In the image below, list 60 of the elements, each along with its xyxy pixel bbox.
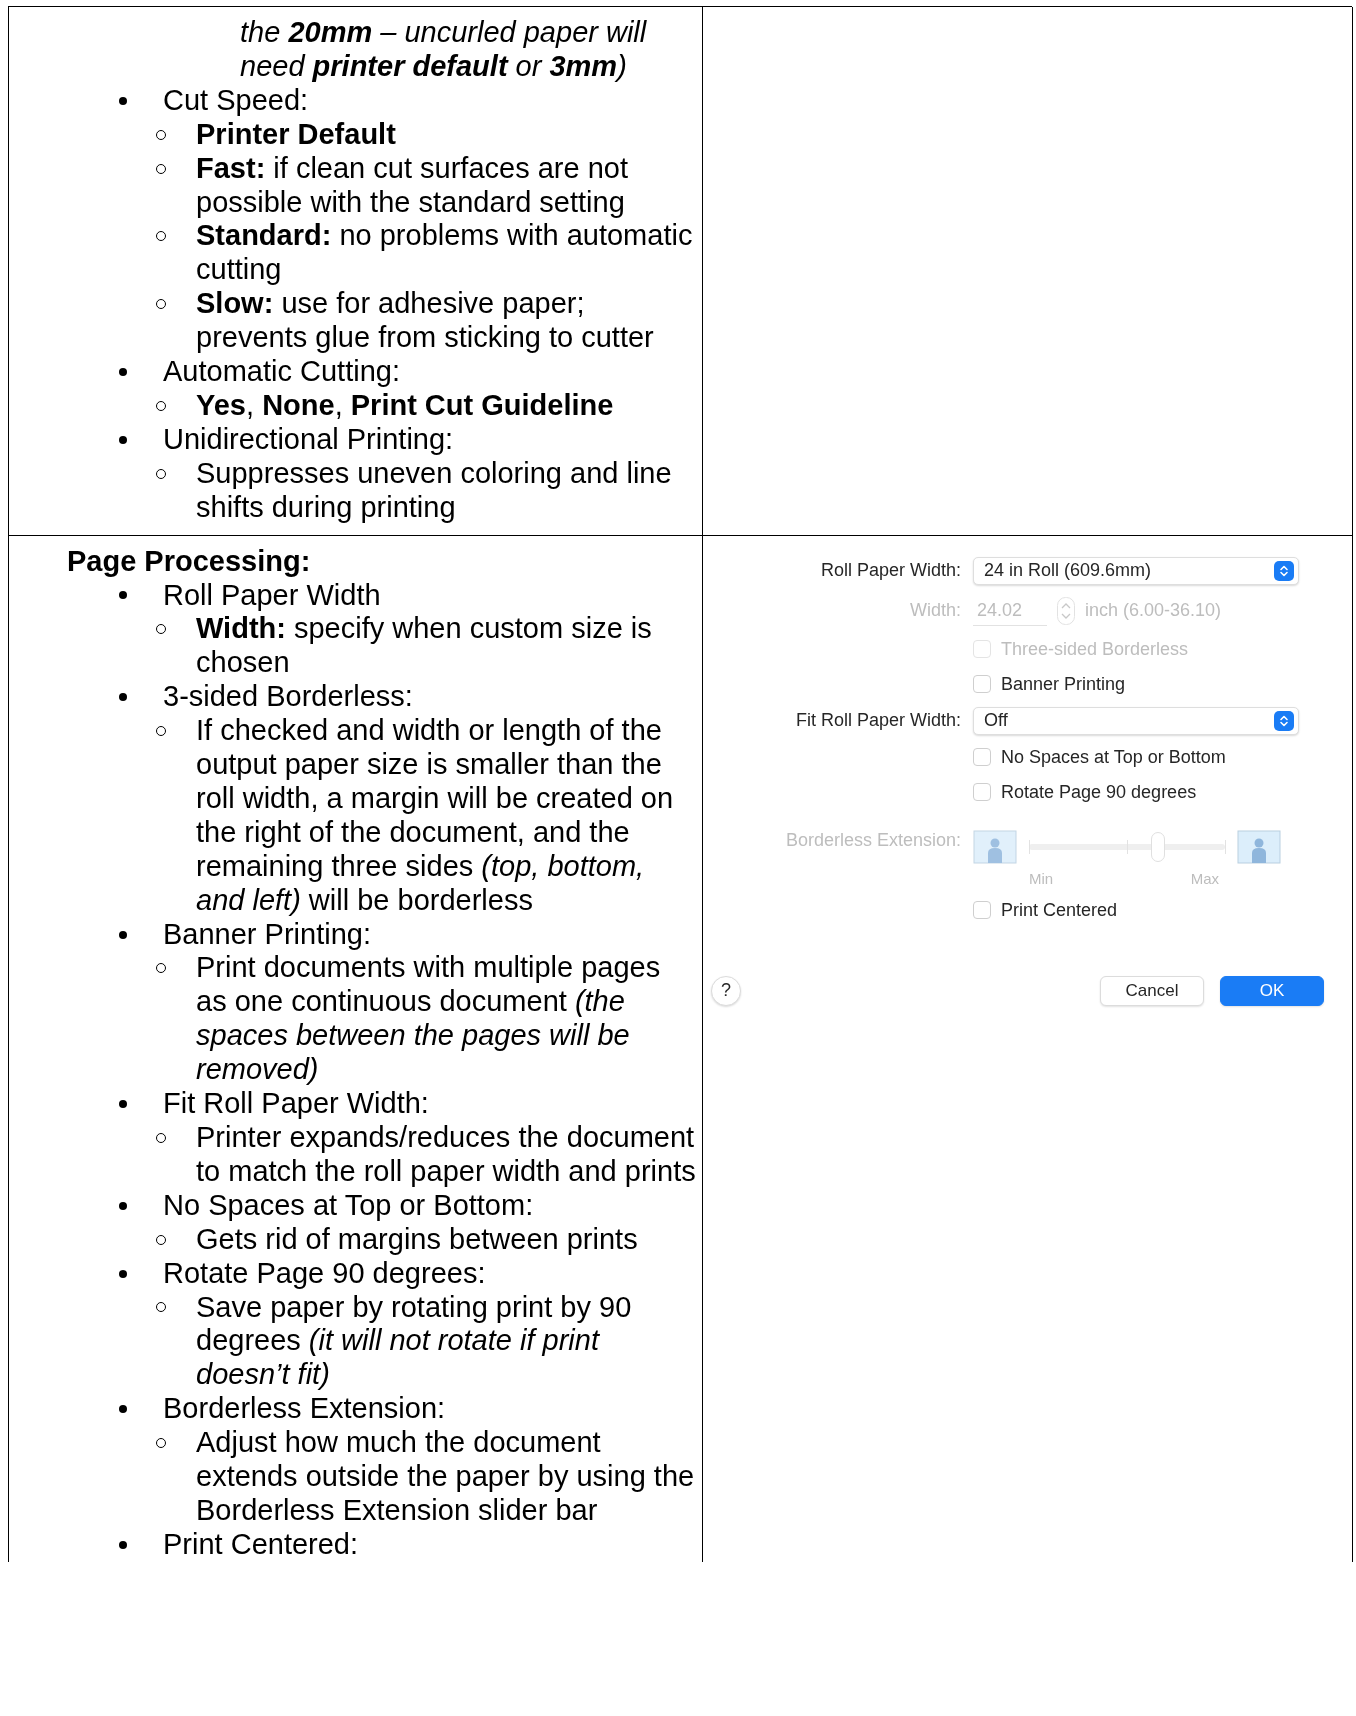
- bullet-icon: [119, 1100, 127, 1109]
- checkbox-option[interactable]: No Spaces at Top or Bottom: [973, 739, 1226, 775]
- list-item-text: Fit Roll Paper Width:: [163, 1087, 430, 1121]
- bullet-icon: [119, 1269, 127, 1278]
- bullet-icon: [119, 96, 127, 105]
- min-label: Min: [1029, 869, 1054, 887]
- checkbox-option[interactable]: Rotate Page 90 degrees: [973, 774, 1197, 810]
- list-item-text: Printer expands/reduces the document to match the roll paper width and prints: [196, 1121, 697, 1189]
- list-text: the 20mm – uncurled paper will need printer default or 3mm): [240, 16, 648, 84]
- list-item-text: Print documents with multiple pages as one continuous document (the spaces between the pages will be removed): [196, 951, 662, 1088]
- field-label: Roll Paper Width:: [820, 560, 961, 582]
- cancel-button[interactable]: Cancel: [1100, 975, 1204, 1006]
- list-item-text: Unidirectional Printing:: [163, 422, 455, 457]
- checkbox-option[interactable]: Banner Printing: [973, 666, 1126, 702]
- checkbox[interactable]: [973, 783, 991, 802]
- list-item-text: Printer Default: [196, 117, 397, 152]
- list-item-text: If checked and width or length of the output paper size is smaller than the roll width, a margin will be created on the right of the document, and the remaining three sides (top, bottom, and left) will be borderless: [196, 714, 675, 918]
- list-item-text: No Spaces at Top or Bottom:: [163, 1188, 535, 1223]
- list-item-text: Suppresses uneven coloring and line shifts during printing: [196, 456, 673, 525]
- list-item-text: Adjust how much the document extends outside the paper by using the Borderless Extension slider bar: [196, 1426, 696, 1528]
- list-item-text: Width: specify when custom size is chosen: [196, 612, 653, 681]
- checkbox[interactable]: [973, 901, 991, 920]
- list-item-text: Yes, None, Print Cut Guideline: [196, 388, 615, 423]
- list-item-text: Banner Printing:: [163, 917, 372, 952]
- field-label: Borderless Extension:: [785, 829, 961, 851]
- list-item-text: Print Centered:: [163, 1527, 360, 1562]
- checkbox-option[interactable]: Print Centered: [973, 892, 1118, 928]
- list-item-text: Gets rid of margins between prints: [196, 1222, 639, 1257]
- bullet-icon: [119, 1201, 127, 1210]
- field-label: Fit Roll Paper Width:: [795, 710, 961, 732]
- ok-button[interactable]: OK: [1220, 975, 1324, 1006]
- stepper-arrows-icon[interactable]: [1057, 596, 1075, 625]
- list-item-text: Slow: use for adhesive paper; prevents glue from sticking to cutter: [196, 287, 655, 356]
- bullet-icon: [119, 1540, 127, 1549]
- dropdown[interactable]: Off: [973, 706, 1299, 735]
- list-item-text: 3-sided Borderless:: [163, 680, 414, 715]
- bullet-icon: [119, 930, 127, 939]
- list-item-text: Automatic Cutting:: [163, 355, 401, 389]
- section-heading: Page Processing:: [67, 544, 312, 579]
- list-item-text: Borderless Extension:: [163, 1392, 447, 1427]
- bullet-icon: [119, 368, 127, 376]
- bullet-icon: [119, 693, 127, 702]
- field-label: Width:: [910, 600, 961, 622]
- checkbox[interactable]: [973, 675, 991, 694]
- list-item-text: Save paper by rotating print by 90 degrees (it will not rotate if print doesn’t fit): [196, 1290, 633, 1393]
- large-picture-icon: [1237, 829, 1281, 864]
- list-item-text: Rotate Page 90 degrees:: [163, 1256, 487, 1291]
- dropdown-chevron-icon: [1274, 560, 1294, 581]
- unit-label: inch (6.00-36.10): [1085, 600, 1222, 622]
- dropdown-chevron-icon: [1274, 710, 1294, 731]
- small-picture-icon: [973, 829, 1017, 864]
- list-item-text: Roll Paper Width: [163, 578, 382, 613]
- bullet-icon: [119, 1405, 127, 1414]
- bullet-icon: [119, 435, 127, 444]
- checkbox[interactable]: [973, 748, 991, 767]
- bullet-icon: [119, 591, 127, 600]
- list-item-text: Cut Speed:: [163, 83, 310, 118]
- max-label: Max: [1190, 869, 1219, 887]
- dropdown[interactable]: 24 in Roll (609.6mm): [973, 556, 1299, 585]
- help-button[interactable]: ?: [711, 975, 741, 1006]
